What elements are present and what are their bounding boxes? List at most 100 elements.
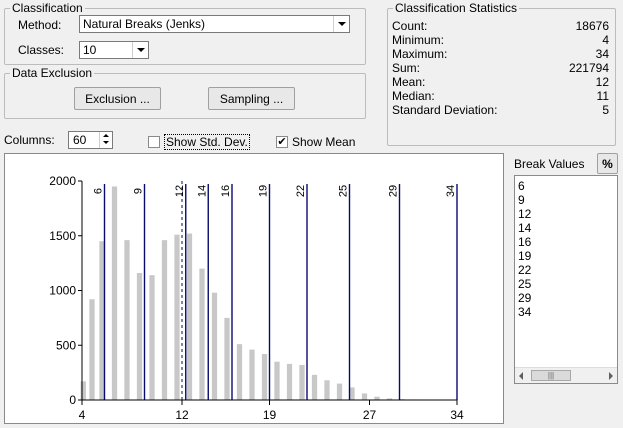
show-mean-checkbox[interactable]: ✔ — [276, 136, 288, 148]
histogram-bar — [199, 268, 205, 400]
break-value-item[interactable]: 29 — [515, 291, 617, 305]
histogram-bar — [211, 292, 218, 400]
sampling-button-label: Sampling ... — [219, 91, 284, 106]
histogram-bar — [136, 272, 143, 400]
statistic-value: 221794 — [568, 61, 609, 75]
break-value-item[interactable]: 6 — [515, 179, 617, 193]
histogram-bar — [249, 349, 255, 400]
columns-spinner-value: 60 — [73, 133, 87, 147]
statistic-value: 34 — [595, 47, 609, 61]
data-exclusion-group-title: Data Exclusion — [10, 66, 95, 80]
statistic-value: 11 — [596, 89, 609, 103]
statistics-row: Count: 18676 — [392, 19, 609, 33]
break-label: 6 — [93, 188, 105, 194]
scroll-thumb[interactable]: ||| — [531, 370, 571, 381]
statistic-value: 18676 — [575, 19, 609, 33]
histogram-bar — [261, 354, 268, 400]
histogram-bar — [311, 374, 318, 400]
break-value-item[interactable]: 16 — [515, 235, 617, 249]
statistic-value: 12 — [595, 75, 609, 89]
statistics-row: Minimum: 4 — [392, 33, 609, 47]
break-value-item[interactable]: 9 — [515, 193, 617, 207]
method-label: Method: — [18, 18, 62, 32]
columns-label: Columns: — [4, 133, 55, 147]
sampling-button[interactable]: Sampling ... — [208, 87, 295, 110]
method-select[interactable]: Natural Breaks (Jenks) — [79, 15, 350, 33]
histogram-bar — [286, 363, 293, 400]
break-values-items: 6 9 12 14 16 19 22 25 29 34 — [515, 176, 617, 319]
break-label: 34 — [445, 185, 457, 197]
y-tick-label: 1500 — [49, 229, 76, 243]
statistic-value: 5 — [602, 103, 609, 117]
histogram-panel: 6 9 12 14 16 19 22 25 29 34 0 500 1000 1500 2000 4 12 19 2… — [4, 153, 504, 424]
x-tick-label: 27 — [363, 408, 377, 422]
x-tick-label: 19 — [263, 408, 277, 422]
x-tick-label: 4 — [79, 408, 86, 422]
histogram-bar — [89, 299, 95, 400]
data-exclusion-group: Data Exclusion Exclusion ... Sampling ..… — [4, 66, 366, 119]
histogram-bar — [299, 364, 305, 400]
break-value-item[interactable]: 34 — [515, 305, 617, 319]
statistic-label: Sum: — [392, 61, 421, 75]
y-tick-label: 0 — [69, 393, 76, 407]
percent-button[interactable]: % — [597, 153, 618, 174]
columns-spinner-arrows-icon[interactable] — [99, 132, 112, 148]
break-label: 16 — [220, 185, 232, 197]
statistics-row: Mean: 12 — [392, 75, 609, 89]
histogram-bar — [80, 381, 86, 400]
break-value-item[interactable]: 19 — [515, 249, 617, 263]
statistic-label: Median: — [392, 89, 435, 103]
x-tick-label: 34 — [450, 408, 464, 422]
exclusion-button[interactable]: Exclusion ... — [74, 87, 161, 110]
percent-button-label: % — [602, 156, 613, 171]
histogram-bar — [124, 240, 130, 400]
break-value-item[interactable]: 25 — [515, 277, 617, 291]
break-label: 12 — [174, 185, 186, 197]
statistics-row: Maximum: 34 — [392, 47, 609, 61]
classes-dropdown-arrow-icon[interactable] — [132, 42, 148, 58]
classes-select-value: 10 — [83, 43, 97, 57]
break-value-item[interactable]: 12 — [515, 207, 617, 221]
histogram-bar — [324, 380, 330, 400]
checkmark-icon: ✔ — [277, 136, 287, 148]
histogram-bar — [161, 240, 168, 400]
method-dropdown-arrow-icon[interactable] — [333, 16, 349, 32]
y-tick-label: 2000 — [49, 174, 76, 188]
statistic-value: 4 — [602, 33, 609, 47]
break-label: 9 — [133, 188, 145, 194]
show-mean-label[interactable]: Show Mean — [292, 135, 355, 149]
classification-statistics-title: Classification Statistics — [393, 1, 520, 15]
scroll-right-arrow-icon[interactable] — [609, 372, 613, 380]
show-std-dev-label[interactable]: Show Std. Dev. — [164, 134, 250, 150]
scroll-left-arrow-icon[interactable] — [519, 372, 523, 380]
statistics-row: Median: 11 — [392, 89, 609, 103]
break-label: 25 — [338, 185, 350, 197]
columns-spinner[interactable]: 60 — [68, 131, 113, 149]
classification-statistics-group: Classification Statistics Count: 18676 Min… — [387, 1, 616, 146]
show-std-dev-checkbox[interactable] — [148, 136, 160, 148]
classification-group-title: Classification — [10, 1, 85, 15]
statistic-label: Mean: — [392, 75, 426, 89]
histogram-chart[interactable]: 6 9 12 14 16 19 22 25 29 34 0 500 1000 1500 2000 4 12 19 2… — [5, 154, 503, 423]
break-values-label: Break Values — [514, 157, 585, 171]
break-label: 14 — [196, 185, 208, 197]
exclusion-button-label: Exclusion ... — [85, 91, 150, 106]
statistic-label: Count: — [392, 19, 428, 33]
x-tick-label: 12 — [175, 408, 189, 422]
statistics-row: Standard Deviation: 5 — [392, 103, 609, 117]
y-tick-label: 500 — [56, 338, 76, 352]
histogram-bar — [186, 233, 193, 400]
horizontal-scrollbar[interactable]: ||| — [515, 367, 617, 383]
break-label: 29 — [388, 185, 400, 197]
classification-group: Classification Method: Natural Breaks (J… — [4, 1, 366, 65]
histogram-bar — [361, 393, 368, 400]
break-value-item[interactable]: 14 — [515, 221, 617, 235]
histogram-bar — [111, 186, 118, 400]
classes-select[interactable]: 10 — [79, 41, 149, 59]
statistic-label: Minimum: — [392, 33, 445, 47]
method-select-value: Natural Breaks (Jenks) — [83, 17, 206, 31]
histogram-bar — [149, 275, 155, 400]
break-value-item[interactable]: 22 — [515, 263, 617, 277]
break-values-list[interactable]: 6 9 12 14 16 19 22 25 29 34 ||| — [514, 175, 618, 384]
y-tick-label: 1000 — [49, 284, 76, 298]
